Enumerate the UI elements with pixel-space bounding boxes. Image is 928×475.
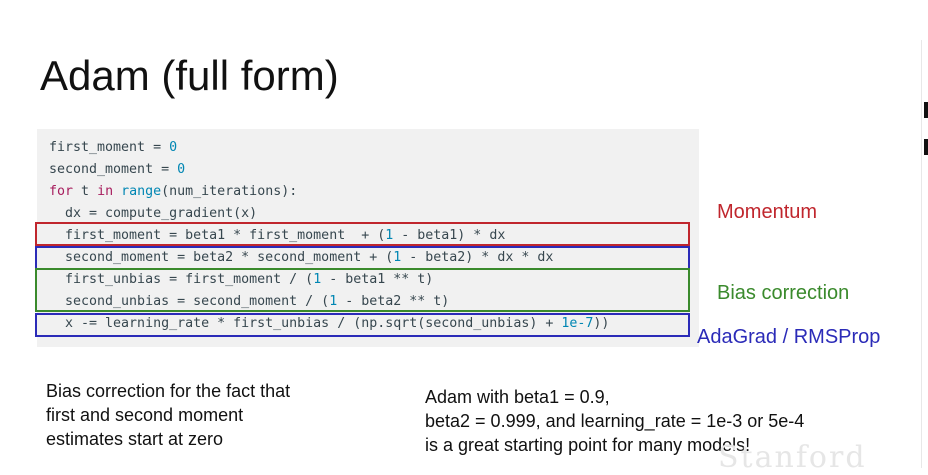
adagrad-rmsprop-label: AdaGrad / RMSProp	[697, 326, 881, 348]
momentum-second-box	[35, 246, 690, 270]
bias-correction-label: Bias correction	[717, 282, 850, 304]
bias-correction-box	[35, 268, 690, 312]
edge-tick-mark	[924, 102, 928, 118]
slide-edge-divider	[921, 40, 922, 468]
momentum-label: Momentum	[717, 201, 818, 223]
edge-tick-mark	[924, 139, 928, 155]
stanford-watermark: Stanford	[718, 440, 867, 475]
code-line-4: dx = compute_gradient(x)	[49, 206, 258, 221]
code-line-1: first_moment = 0	[49, 140, 178, 155]
code-line-2: second_moment = 0	[49, 162, 186, 177]
slide-title: Adam (full form)	[40, 52, 339, 99]
adagrad-box	[35, 313, 690, 337]
bias-correction-note: Bias correction for the fact that first …	[46, 381, 291, 449]
momentum-box	[35, 222, 690, 246]
code-line-3: for t in range(num_iterations):	[49, 184, 298, 199]
